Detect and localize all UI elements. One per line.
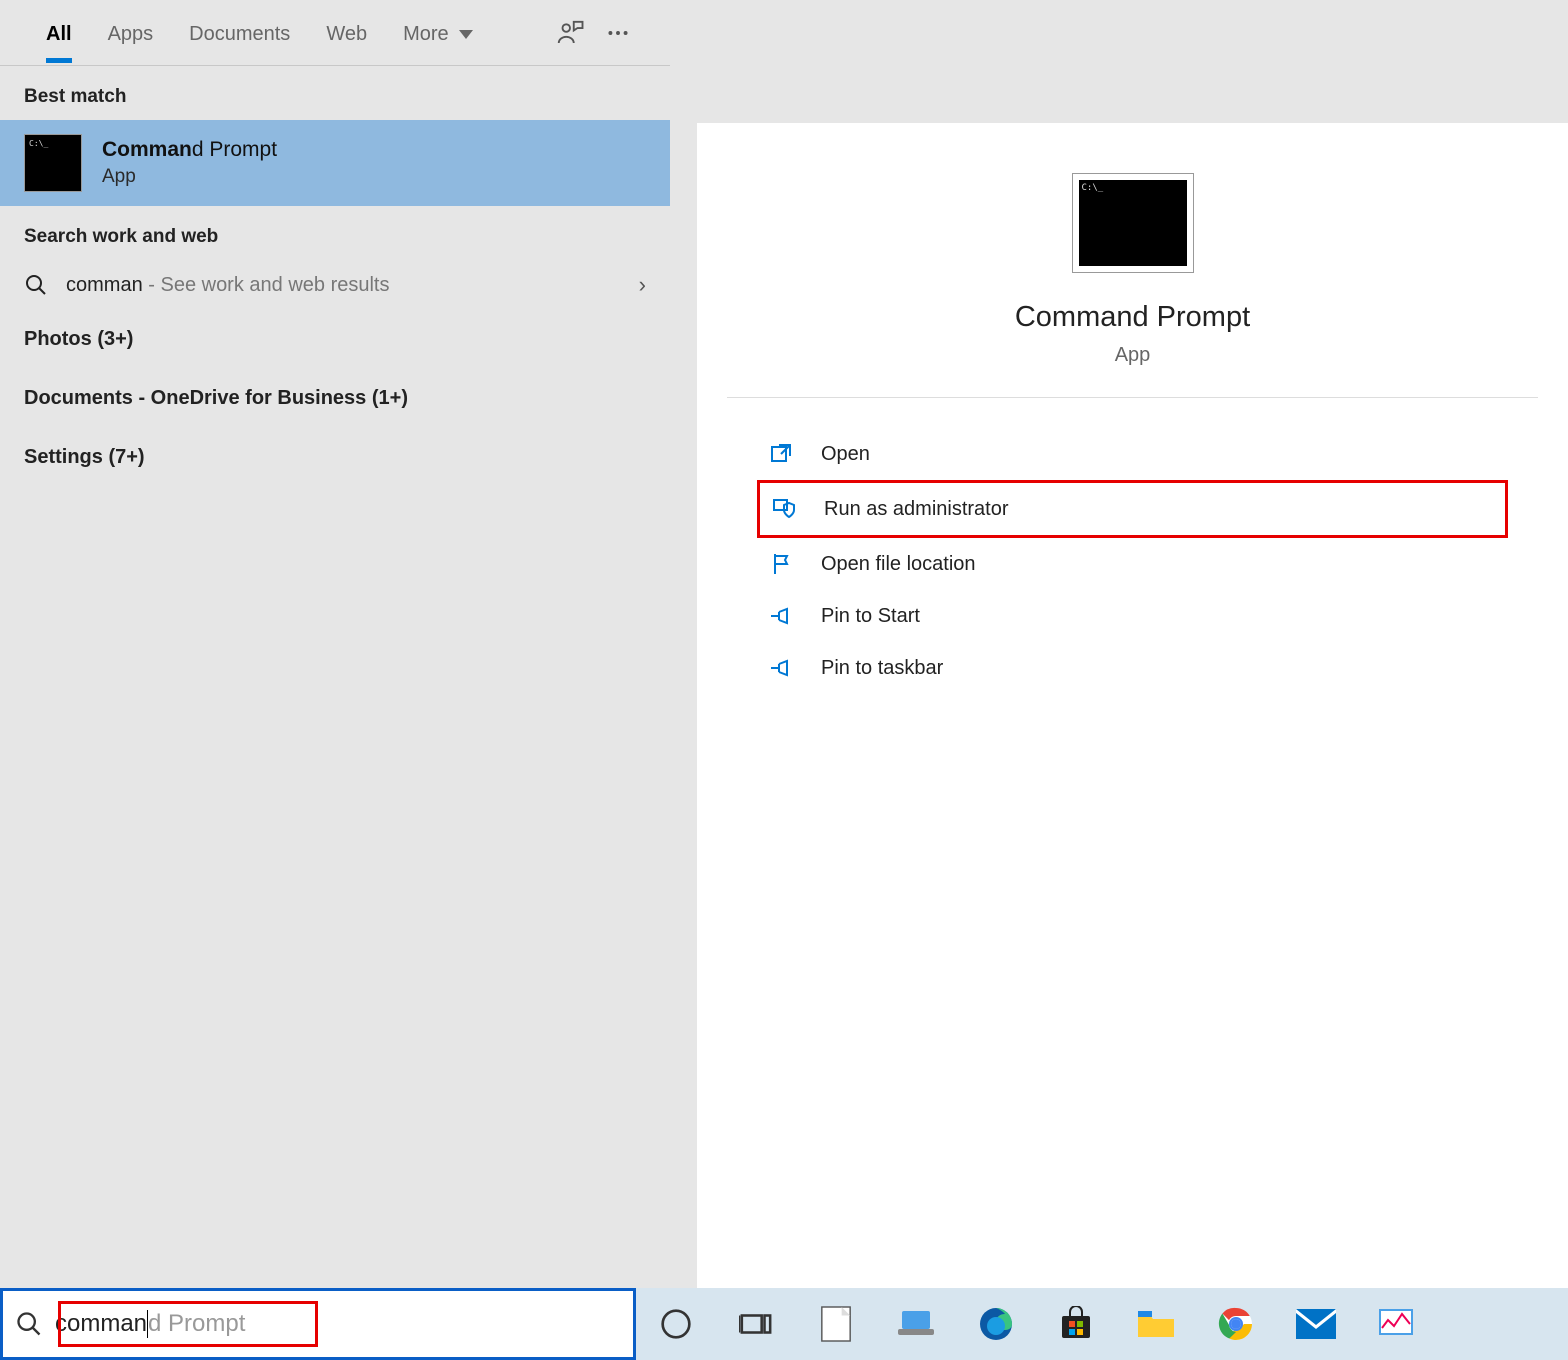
category-settings[interactable]: Settings (7+) — [0, 428, 670, 487]
chevron-down-icon — [459, 30, 473, 39]
search-suggestion-text: d Prompt — [148, 1310, 245, 1338]
web-search-result[interactable]: comman - See work and web results › — [0, 260, 670, 310]
action-label: Pin to taskbar — [821, 657, 943, 680]
action-open-location[interactable]: Open file location — [757, 538, 1508, 590]
preview-subtitle: App — [1115, 344, 1151, 367]
search-work-web-header: Search work and web — [0, 206, 670, 260]
preview-panel: C:\_ Command Prompt App Open Run as admi… — [697, 123, 1568, 1288]
preview-title: Command Prompt — [1015, 301, 1250, 334]
taskbar-app-edge[interactable] — [976, 1304, 1016, 1344]
best-match-subtitle: App — [102, 166, 277, 188]
taskbar-app-monitor[interactable] — [1376, 1304, 1416, 1344]
category-photos[interactable]: Photos (3+) — [0, 310, 670, 369]
task-view-icon[interactable] — [736, 1304, 776, 1344]
preview-header: C:\_ Command Prompt App — [727, 123, 1538, 398]
category-documents[interactable]: Documents - OneDrive for Business (1+) — [0, 369, 670, 428]
cortana-icon[interactable] — [656, 1304, 696, 1344]
actions-list: Open Run as administrator Open file loca… — [697, 398, 1568, 724]
best-match-title: Command Prompt — [102, 138, 277, 162]
cmd-preview-icon: C:\_ — [1072, 173, 1194, 273]
open-icon — [767, 442, 795, 466]
action-pin-taskbar[interactable]: Pin to taskbar — [757, 642, 1508, 694]
action-open[interactable]: Open — [757, 428, 1508, 480]
tab-documents[interactable]: Documents — [171, 5, 308, 60]
chevron-right-icon: › — [639, 272, 646, 298]
taskbar-app-laptop[interactable] — [896, 1304, 936, 1344]
tab-more-label: More — [403, 23, 449, 46]
search-box[interactable]: command Prompt — [0, 1288, 636, 1360]
taskbar-app-chrome[interactable] — [1216, 1304, 1256, 1344]
action-label: Pin to Start — [821, 605, 920, 628]
more-options-icon[interactable] — [594, 9, 642, 57]
taskbar-app-store[interactable] — [1056, 1304, 1096, 1344]
feedback-icon[interactable] — [546, 9, 594, 57]
folder-location-icon — [767, 552, 795, 576]
action-label: Open file location — [821, 553, 976, 576]
shield-icon — [770, 497, 798, 521]
action-pin-start[interactable]: Pin to Start — [757, 590, 1508, 642]
action-run-admin[interactable]: Run as administrator — [757, 480, 1508, 538]
tab-more[interactable]: More — [385, 5, 491, 60]
taskbar-app-mail[interactable] — [1296, 1304, 1336, 1344]
results-panel: All Apps Documents Web More Best match C… — [0, 0, 670, 1288]
filter-tabs: All Apps Documents Web More — [0, 0, 670, 65]
taskbar-app-libreoffice[interactable] — [816, 1304, 856, 1344]
cmd-thumb-icon: C:\_ — [24, 134, 82, 192]
taskbar-app-explorer[interactable] — [1136, 1304, 1176, 1344]
search-input[interactable]: command Prompt — [55, 1310, 245, 1338]
pin-icon — [767, 604, 795, 628]
tab-web[interactable]: Web — [308, 5, 385, 60]
search-panel: All Apps Documents Web More Best match C… — [0, 0, 1568, 1288]
action-label: Run as administrator — [824, 498, 1009, 521]
search-icon — [24, 273, 48, 297]
tab-apps[interactable]: Apps — [90, 5, 172, 60]
search-icon — [15, 1310, 43, 1338]
search-typed-text: comman — [55, 1310, 147, 1338]
best-match-result[interactable]: C:\_ Command Prompt App — [0, 120, 670, 206]
taskbar — [636, 1288, 1568, 1360]
pin-icon — [767, 656, 795, 680]
best-match-header: Best match — [0, 66, 670, 120]
action-label: Open — [821, 443, 870, 466]
tab-all[interactable]: All — [28, 5, 90, 60]
